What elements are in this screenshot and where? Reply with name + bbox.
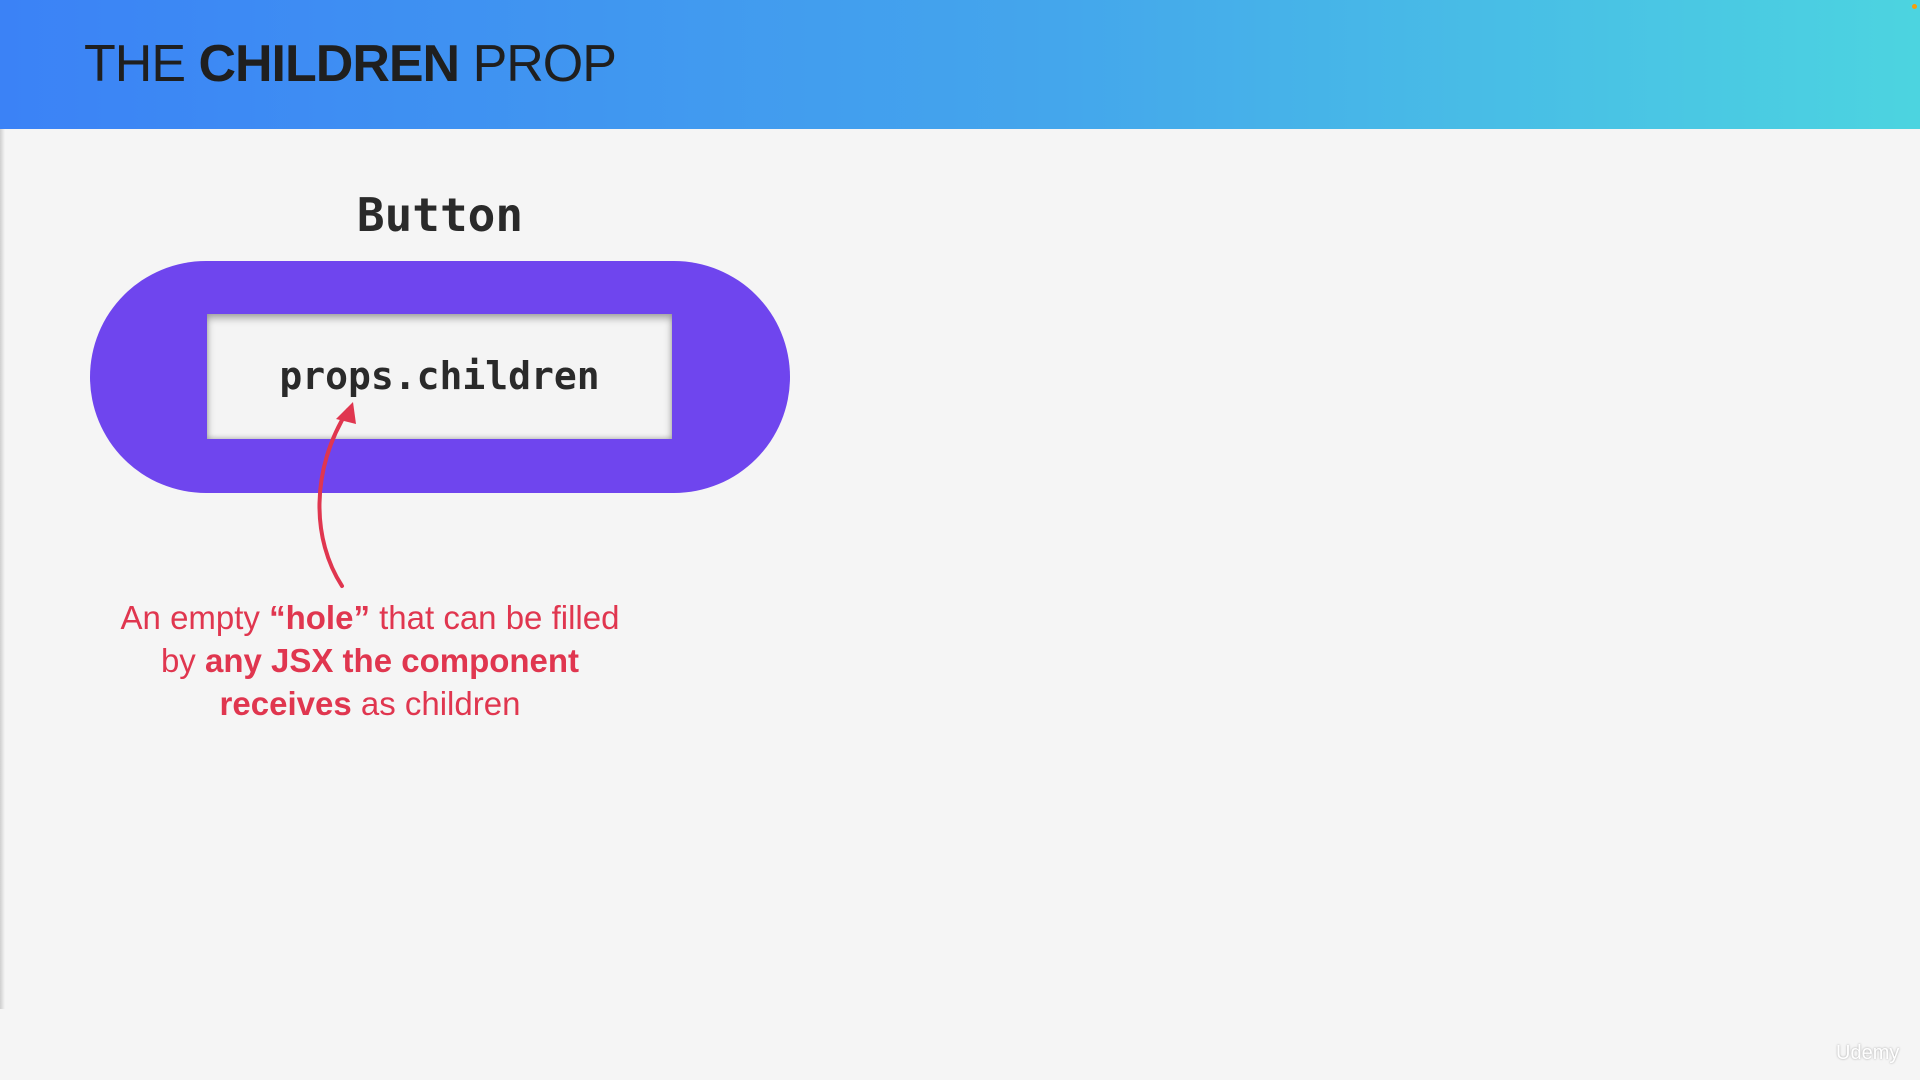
annotation-line-2: by any JSX the component [160,642,580,679]
slide-title: THE CHILDREN PROP [84,32,617,96]
hole-label: props.children [279,354,600,398]
annotation-line-3: receives as children [219,685,521,722]
title-part-prop: PROP [459,35,617,93]
annotation-text: An empty “hole” that can be filled by an… [95,596,645,725]
slide-header: THE CHILDREN PROP [0,0,1920,129]
slide: THE CHILDREN PROP Button props.children … [0,0,1920,1080]
title-part-the: THE [84,35,199,93]
udemy-watermark: Udemy [1836,1042,1900,1064]
recording-indicator-dot [1912,4,1917,9]
title-part-children: CHILDREN [198,35,460,93]
children-hole: props.children [207,314,672,439]
annotation-line-1: An empty “hole” that can be filled [120,599,620,636]
component-label: Button [356,188,524,242]
left-edge-shadow [0,129,5,1009]
arrow-graphic [317,402,356,588]
